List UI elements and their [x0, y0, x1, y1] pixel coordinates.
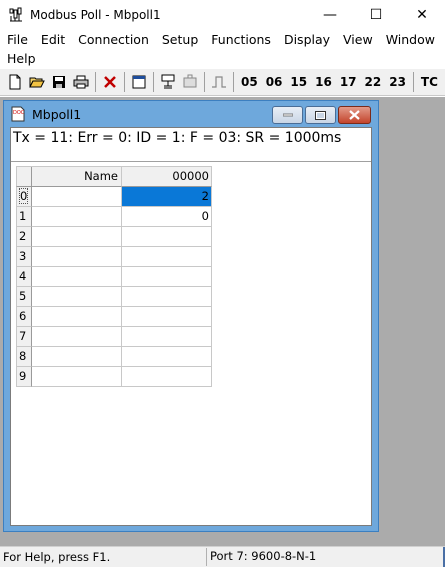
- menu-connection[interactable]: Connection: [71, 30, 155, 49]
- modbus-poll-app-icon: [8, 7, 24, 23]
- fc23-button[interactable]: 23: [385, 71, 410, 93]
- menu-window[interactable]: Window: [379, 30, 441, 49]
- connect-icon[interactable]: [157, 71, 179, 93]
- minimize-button[interactable]: —: [307, 0, 353, 30]
- row-index: 9: [16, 367, 32, 387]
- value-cell[interactable]: [122, 367, 212, 387]
- name-cell[interactable]: [32, 367, 122, 387]
- value-cell[interactable]: [122, 267, 212, 287]
- menu-view[interactable]: View: [336, 30, 379, 49]
- fc06-button[interactable]: 06: [262, 71, 287, 93]
- table-row: 2: [16, 227, 212, 247]
- value-cell[interactable]: [122, 287, 212, 307]
- name-cell[interactable]: [32, 307, 122, 327]
- table-row: 0 2: [16, 187, 212, 207]
- row-index: 0: [19, 188, 29, 204]
- maximize-button[interactable]: ☐: [353, 0, 399, 30]
- row-index: 6: [16, 307, 32, 327]
- toolbar-separator: [412, 72, 414, 92]
- window-title: Modbus Poll - Mbpoll1: [30, 8, 161, 22]
- value-cell[interactable]: [122, 347, 212, 367]
- name-cell[interactable]: [32, 247, 122, 267]
- toolbar-separator: [204, 72, 205, 92]
- row-index: 8: [16, 347, 32, 367]
- close-button[interactable]: ✕: [399, 0, 445, 30]
- name-cell[interactable]: [32, 327, 122, 347]
- fc16-button[interactable]: 16: [311, 71, 336, 93]
- menu-edit[interactable]: Edit: [34, 30, 71, 49]
- name-cell[interactable]: [32, 187, 122, 207]
- row-index: 7: [16, 327, 32, 347]
- name-cell[interactable]: [32, 267, 122, 287]
- open-icon[interactable]: [26, 71, 48, 93]
- child-maximize-button[interactable]: [305, 106, 336, 124]
- port-status: Port 7: 9600-8-N-1: [206, 548, 316, 566]
- print-icon[interactable]: [70, 71, 92, 93]
- divider: [11, 161, 371, 163]
- name-cell[interactable]: [32, 207, 122, 227]
- value-cell-selected[interactable]: 2: [122, 187, 212, 207]
- fc17-button[interactable]: 17: [336, 71, 361, 93]
- svg-text:DOC: DOC: [13, 110, 25, 116]
- menu-setup[interactable]: Setup: [155, 30, 204, 49]
- row-index: 3: [16, 247, 32, 267]
- value-cell[interactable]: [122, 247, 212, 267]
- value-cell[interactable]: 0: [122, 207, 212, 227]
- fc22-button[interactable]: 22: [361, 71, 386, 93]
- address-column-header[interactable]: 00000: [122, 167, 212, 187]
- menu-functions[interactable]: Functions: [204, 30, 277, 49]
- name-cell[interactable]: [32, 227, 122, 247]
- row-index: 1: [16, 207, 32, 227]
- save-icon[interactable]: [48, 71, 70, 93]
- toolbar-separator: [233, 72, 234, 92]
- table-row: 6: [16, 307, 212, 327]
- table-row: 5: [16, 287, 212, 307]
- table-row: 8: [16, 347, 212, 367]
- menu-file[interactable]: File: [0, 30, 34, 49]
- grid-header-row: Name 00000: [16, 167, 212, 187]
- name-cell[interactable]: [32, 287, 122, 307]
- status-bar: For Help, press F1. Port 7: 9600-8-N-1: [0, 546, 445, 567]
- menu-bar: File Edit Connection Setup Functions Dis…: [0, 30, 445, 68]
- child-client-area: Tx = 11: Err = 0: ID = 1: F = 03: SR = 1…: [10, 127, 372, 526]
- name-cell[interactable]: [32, 347, 122, 367]
- child-window: DOC Mbpoll1 Tx = 11: Err = 0: ID = 1: F …: [3, 100, 379, 532]
- row-index: 5: [16, 287, 32, 307]
- pulse-icon[interactable]: [208, 71, 230, 93]
- row-index: 4: [16, 267, 32, 287]
- table-row: 3: [16, 247, 212, 267]
- data-grid: Name 00000 0 2 1 0 2 3 4 5 6 7 8 9: [16, 166, 212, 387]
- table-row: 4: [16, 267, 212, 287]
- disconnect-icon[interactable]: [179, 71, 201, 93]
- new-icon[interactable]: [4, 71, 26, 93]
- toolbar-separator: [124, 72, 125, 92]
- window-icon[interactable]: [128, 71, 150, 93]
- value-cell[interactable]: [122, 307, 212, 327]
- table-row: 7: [16, 327, 212, 347]
- name-column-header[interactable]: Name: [32, 167, 122, 187]
- fc05-button[interactable]: 05: [237, 71, 262, 93]
- help-hint: For Help, press F1.: [3, 550, 111, 564]
- fc15-button[interactable]: 15: [286, 71, 311, 93]
- corner-header: [16, 167, 32, 187]
- title-bar: Modbus Poll - Mbpoll1 — ☐ ✕: [0, 0, 445, 30]
- child-minimize-button[interactable]: [272, 106, 303, 124]
- table-row: 1 0: [16, 207, 212, 227]
- value-cell[interactable]: [122, 327, 212, 347]
- delete-icon[interactable]: [99, 71, 121, 93]
- table-row: 9: [16, 367, 212, 387]
- poll-status-line: Tx = 11: Err = 0: ID = 1: F = 03: SR = 1…: [13, 130, 342, 146]
- row-index: 2: [16, 227, 32, 247]
- toolbar: 05 06 15 16 17 22 23 TC: [0, 69, 445, 96]
- menu-display[interactable]: Display: [277, 30, 336, 49]
- child-title-bar[interactable]: DOC Mbpoll1: [4, 101, 378, 127]
- toolbar-separator: [153, 72, 154, 92]
- traffic-button[interactable]: TC: [417, 71, 442, 93]
- document-icon: DOC: [10, 106, 26, 122]
- child-close-button[interactable]: [338, 106, 371, 124]
- menu-help[interactable]: Help: [0, 49, 42, 68]
- toolbar-separator: [95, 72, 96, 92]
- child-title: Mbpoll1: [32, 106, 82, 122]
- value-cell[interactable]: [122, 227, 212, 247]
